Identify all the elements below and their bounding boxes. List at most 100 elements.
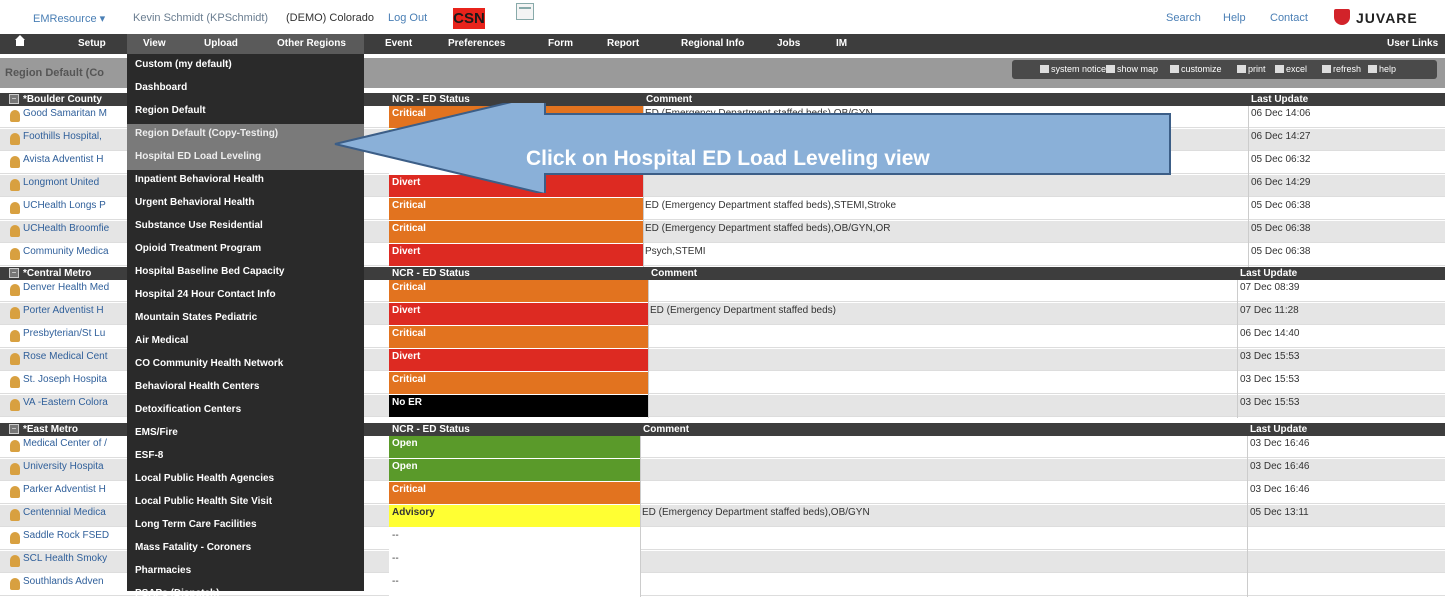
tool-print[interactable]: print xyxy=(1237,64,1266,74)
view-menu-item-label: Region Default (Copy-Testing) xyxy=(135,128,279,139)
view-menu-item[interactable]: Mass Fatality - Coroners xyxy=(127,538,364,561)
resource-name-link[interactable]: Porter Adventist H xyxy=(23,305,127,316)
view-menu-item[interactable]: Region Default xyxy=(127,101,364,124)
resource-name-link[interactable]: St. Joseph Hospita xyxy=(23,374,127,385)
view-menu-item[interactable]: Hospital 24 Hour Contact Info xyxy=(127,285,364,308)
resource-name-link[interactable]: University Hospita xyxy=(23,461,127,472)
view-menu-item[interactable]: Hospital ED Load Leveling xyxy=(127,147,364,170)
collapse-section-button[interactable]: − xyxy=(9,268,19,278)
column-header-comment[interactable]: Comment xyxy=(643,424,689,435)
resource-name-link[interactable]: Southlands Adven xyxy=(23,576,127,587)
resource-name-link[interactable]: Centennial Medica xyxy=(23,507,127,518)
view-menu-item[interactable]: Local Public Health Agencies xyxy=(127,469,364,492)
status-cell[interactable]: Critical xyxy=(389,482,640,504)
status-cell[interactable]: Critical xyxy=(389,198,643,220)
resource-name-link[interactable]: Longmont United xyxy=(23,177,127,188)
menu-form[interactable]: Form xyxy=(548,38,573,49)
column-header-status[interactable]: NCR - ED Status xyxy=(392,268,470,279)
tool-excel[interactable]: excel xyxy=(1275,64,1307,74)
search-link[interactable]: Search xyxy=(1166,12,1201,24)
view-menu-item[interactable]: Mountain States Pediatric xyxy=(127,308,364,331)
user-links-menu[interactable]: User Links xyxy=(1387,38,1438,49)
tool-show-map[interactable]: show map xyxy=(1106,64,1158,74)
calendar-icon[interactable] xyxy=(516,3,534,20)
resource-name-link[interactable]: Saddle Rock FSED xyxy=(23,530,127,541)
csn-button[interactable]: CSN xyxy=(453,8,485,29)
menu-jobs[interactable]: Jobs xyxy=(777,38,800,49)
view-menu-item[interactable]: Local Public Health Site Visit xyxy=(127,492,364,515)
menu-view[interactable]: View xyxy=(143,38,166,49)
tool-help[interactable]: help xyxy=(1368,64,1396,74)
resource-name-link[interactable]: UCHealth Broomfie xyxy=(23,223,127,234)
resource-name-link[interactable]: Community Medica xyxy=(23,246,127,257)
menu-setup[interactable]: Setup xyxy=(78,38,106,49)
status-cell[interactable]: Open xyxy=(389,459,640,481)
view-menu-item[interactable]: CO Community Health Network xyxy=(127,354,364,377)
tool-refresh[interactable]: refresh xyxy=(1322,64,1361,74)
resource-name-link[interactable]: Medical Center of / xyxy=(23,438,127,449)
view-menu-item[interactable]: Detoxification Centers xyxy=(127,400,364,423)
column-header-last-update[interactable]: Last Update xyxy=(1251,94,1308,105)
view-menu-item[interactable]: Custom (my default) xyxy=(127,55,364,78)
status-cell[interactable]: No ER xyxy=(389,395,648,417)
view-menu-item[interactable]: ESF-8 xyxy=(127,446,364,469)
column-header-comment[interactable]: Comment xyxy=(651,268,697,279)
column-header-last-update[interactable]: Last Update xyxy=(1240,268,1297,279)
view-menu-item[interactable]: Inpatient Behavioral Health xyxy=(127,170,364,193)
status-cell[interactable]: Open xyxy=(389,436,640,458)
status-cell[interactable]: -- xyxy=(389,574,640,596)
logout-link[interactable]: Log Out xyxy=(388,12,427,24)
menu-regional-info[interactable]: Regional Info xyxy=(681,38,744,49)
view-menu-item[interactable]: Air Medical xyxy=(127,331,364,354)
tool-customize[interactable]: customize xyxy=(1170,64,1222,74)
view-menu-item[interactable]: PSAPs (Dispatch) xyxy=(127,584,364,607)
status-cell[interactable]: Divert xyxy=(389,349,648,371)
resource-name-link[interactable]: Denver Health Med xyxy=(23,282,127,293)
help-link[interactable]: Help xyxy=(1223,12,1246,24)
view-menu-item-label: EMS/Fire xyxy=(135,427,178,438)
status-cell[interactable]: Critical xyxy=(389,280,648,302)
menu-event[interactable]: Event xyxy=(385,38,412,49)
resource-name-link[interactable]: Presbyterian/St Lu xyxy=(23,328,127,339)
menu-im[interactable]: IM xyxy=(836,38,847,49)
view-menu-item[interactable]: Dashboard xyxy=(127,78,364,101)
comment-cell: ED (Emergency Department staffed beds),O… xyxy=(645,223,891,234)
collapse-section-button[interactable]: − xyxy=(9,424,19,434)
column-header-last-update[interactable]: Last Update xyxy=(1250,424,1307,435)
status-cell[interactable]: -- xyxy=(389,528,640,550)
collapse-section-button[interactable]: − xyxy=(9,94,19,104)
resource-name-link[interactable]: SCL Health Smoky xyxy=(23,553,127,564)
view-menu-item[interactable]: Substance Use Residential xyxy=(127,216,364,239)
view-menu-item[interactable]: Long Term Care Facilities xyxy=(127,515,364,538)
status-cell[interactable]: Divert xyxy=(389,244,643,266)
view-menu-item[interactable]: Pharmacies xyxy=(127,561,364,584)
menu-upload[interactable]: Upload xyxy=(204,38,238,49)
app-menu[interactable]: EMResource ▾ xyxy=(33,12,105,25)
contact-link[interactable]: Contact xyxy=(1270,12,1308,24)
menu-report[interactable]: Report xyxy=(607,38,639,49)
view-menu-item[interactable]: Opioid Treatment Program xyxy=(127,239,364,262)
view-menu-item[interactable]: Behavioral Health Centers xyxy=(127,377,364,400)
status-cell[interactable]: Critical xyxy=(389,221,643,243)
view-menu-item[interactable]: Region Default (Copy-Testing) xyxy=(127,124,364,147)
resource-name-link[interactable]: Parker Adventist H xyxy=(23,484,127,495)
status-cell[interactable]: Advisory xyxy=(389,505,640,527)
resource-name-link[interactable]: Good Samaritan M xyxy=(23,108,127,119)
menu-other-regions[interactable]: Other Regions xyxy=(277,38,346,49)
status-cell[interactable]: -- xyxy=(389,551,640,573)
tool-system-notice[interactable]: system notice xyxy=(1040,64,1106,74)
status-cell[interactable]: Critical xyxy=(389,372,648,394)
resource-name-link[interactable]: Avista Adventist H xyxy=(23,154,127,165)
resource-name-link[interactable]: VA -Eastern Colora xyxy=(23,397,127,408)
column-header-status[interactable]: NCR - ED Status xyxy=(392,424,470,435)
menu-preferences[interactable]: Preferences xyxy=(448,38,505,49)
view-menu-item[interactable]: Urgent Behavioral Health xyxy=(127,193,364,216)
home-icon[interactable] xyxy=(14,35,26,50)
resource-name-link[interactable]: Rose Medical Cent xyxy=(23,351,127,362)
view-menu-item[interactable]: EMS/Fire xyxy=(127,423,364,446)
view-menu-item[interactable]: Hospital Baseline Bed Capacity xyxy=(127,262,364,285)
resource-name-link[interactable]: UCHealth Longs P xyxy=(23,200,127,211)
status-cell[interactable]: Divert xyxy=(389,303,648,325)
status-cell[interactable]: Critical xyxy=(389,326,648,348)
resource-name-link[interactable]: Foothills Hospital, xyxy=(23,131,127,142)
